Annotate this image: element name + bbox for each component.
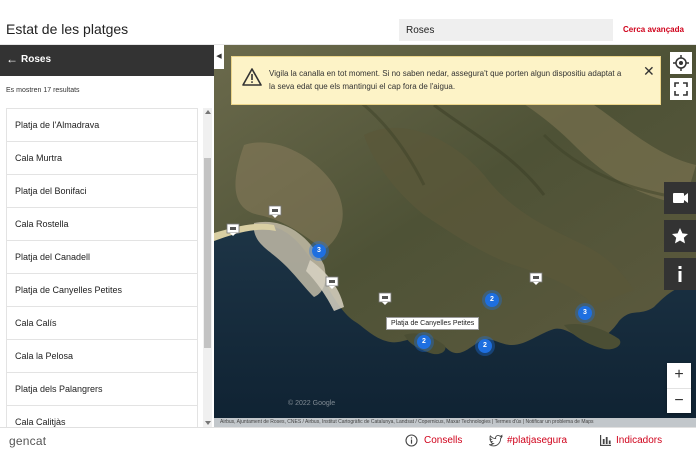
list-item[interactable]: Cala la Pelosa — [6, 340, 198, 373]
back-button[interactable]: ← Roses — [0, 45, 214, 76]
beach-cluster[interactable]: 2 — [482, 290, 502, 310]
zoom-in-button[interactable]: + — [667, 363, 691, 388]
result-list: Platja de l'Almadrava Cala Murtra Platja… — [6, 108, 198, 427]
list-item[interactable]: Cala Calís — [6, 307, 198, 340]
result-count: Es mostren 17 resultats — [6, 87, 80, 94]
fullscreen-icon — [674, 82, 688, 96]
collapse-sidebar-button[interactable]: ◀ — [214, 45, 224, 69]
info-button[interactable] — [664, 258, 696, 290]
sidebar: ← Roses Es mostren 17 resultats Platja d… — [0, 45, 214, 427]
map-view[interactable]: Vigila la canalla en tot moment. Si no s… — [214, 45, 696, 427]
webcam-button[interactable] — [664, 182, 696, 214]
beach-pin-icon[interactable] — [529, 272, 543, 286]
list-item[interactable]: Cala Rostella — [6, 208, 198, 241]
zoom-out-button[interactable]: − — [667, 388, 691, 413]
cluster-count: 3 — [312, 244, 326, 258]
scroll-up-icon[interactable] — [205, 110, 211, 114]
header: Estat de les platges Cerca avançada — [0, 14, 696, 45]
arrow-left-icon: ← — [6, 52, 18, 66]
tips-link[interactable]: Consells — [424, 435, 462, 446]
beach-pin-icon[interactable] — [378, 292, 392, 306]
locate-me-button[interactable] — [670, 52, 692, 74]
list-item[interactable]: Platja del Bonifaci — [6, 175, 198, 208]
beach-pin-icon[interactable] — [226, 223, 240, 237]
advanced-search-link[interactable]: Cerca avançada — [623, 25, 684, 34]
list-item[interactable]: Platja de l'Almadrava — [6, 109, 198, 142]
beach-cluster[interactable]: 3 — [309, 241, 329, 261]
info-circle-icon — [405, 434, 418, 447]
map-watermark: © 2022 Google — [288, 400, 336, 407]
map-tooltip: Platja de Canyelles Petites — [386, 317, 480, 330]
zoom-controls: + − — [667, 363, 691, 413]
list-scrollbar[interactable] — [203, 108, 212, 427]
info-icon — [678, 266, 682, 282]
crosshair-icon — [673, 55, 689, 71]
beach-pin-icon[interactable] — [325, 276, 339, 290]
twitter-icon — [489, 434, 503, 447]
favorites-button[interactable] — [664, 220, 696, 252]
fullscreen-button[interactable] — [670, 78, 692, 100]
list-item[interactable]: Cala Calitjàs — [6, 406, 198, 427]
close-icon[interactable]: ✕ — [643, 63, 655, 80]
cluster-count: 3 — [578, 306, 592, 320]
cluster-count: 2 — [485, 293, 499, 307]
star-icon — [672, 228, 688, 244]
video-camera-icon — [673, 193, 688, 203]
alert-message: Vigila la canalla en tot moment. Si no s… — [269, 69, 622, 91]
back-label: Roses — [21, 54, 52, 65]
footer: gencat Consells #platjasegura Indicadors — [0, 427, 696, 453]
cluster-count: 2 — [417, 335, 431, 349]
search-input[interactable] — [399, 19, 613, 41]
list-item[interactable]: Cala Murtra — [6, 142, 198, 175]
scroll-down-icon[interactable] — [205, 421, 211, 425]
indicators-link[interactable]: Indicadors — [616, 435, 662, 446]
beach-cluster[interactable]: 2 — [414, 332, 434, 352]
beach-cluster[interactable]: 3 — [575, 303, 595, 323]
warning-icon — [242, 68, 262, 86]
safety-alert: Vigila la canalla en tot moment. Si no s… — [231, 56, 661, 105]
page-title: Estat de les platges — [6, 21, 129, 37]
hashtag-link[interactable]: #platjasegura — [507, 435, 567, 446]
list-item[interactable]: Platja dels Palangrers — [6, 373, 198, 406]
beach-cluster[interactable]: 2 — [475, 336, 495, 356]
cluster-count: 2 — [478, 339, 492, 353]
list-item[interactable]: Platja del Canadell — [6, 241, 198, 274]
bar-chart-icon — [600, 435, 611, 446]
app-root: Estat de les platges Cerca avançada ← Ro… — [0, 0, 696, 464]
list-item[interactable]: Platja de Canyelles Petites — [6, 274, 198, 307]
scroll-thumb[interactable] — [204, 158, 211, 348]
map-attribution[interactable]: Airbus, Ajuntament de Roses, CNES / Airb… — [214, 418, 696, 427]
gencat-logo[interactable]: gencat — [9, 434, 46, 448]
beach-pin-icon[interactable] — [268, 205, 282, 219]
